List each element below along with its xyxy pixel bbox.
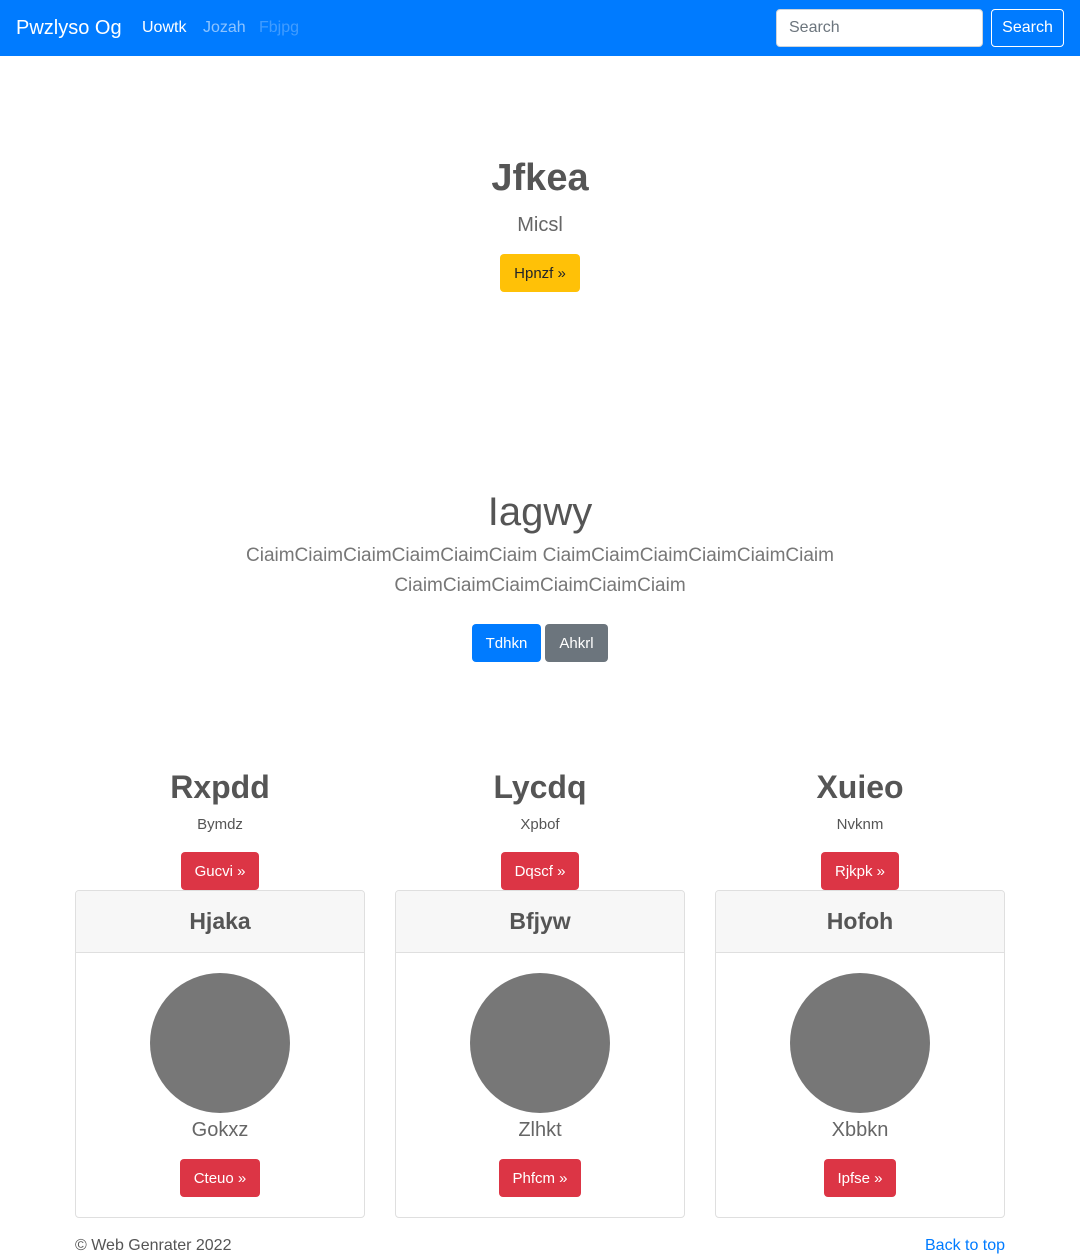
- column-button[interactable]: Gucvi »: [181, 852, 259, 890]
- avatar-placeholder: [470, 973, 610, 1113]
- section-lead: CiaimCiaimCiaimCiaimCiaimCiaim CiaimCiai…: [246, 545, 834, 596]
- footer-copyright: © Web Genrater 2022: [75, 1237, 232, 1254]
- card-button[interactable]: Cteuo »: [180, 1159, 260, 1197]
- avatar-placeholder: [150, 973, 290, 1113]
- hero-subtitle: Micsl: [517, 214, 563, 236]
- nav-link-jozah[interactable]: Jozah: [203, 17, 246, 39]
- card-text: Xbbkn: [831, 1119, 889, 1141]
- column-button[interactable]: Dqscf »: [501, 852, 579, 890]
- back-to-top-link[interactable]: Back to top: [925, 1236, 1005, 1256]
- card-button[interactable]: Phfcm »: [499, 1159, 581, 1197]
- navbar: Pwzlyso Og Uowtk Jozah Fbjpg Search: [0, 0, 1080, 56]
- column-subtitle: Nvknm: [836, 816, 884, 833]
- card: Bfjyw Zlhkt Phfcm »: [395, 890, 685, 1218]
- card-text: Zlhkt: [518, 1119, 562, 1141]
- card: Hofoh Xbbkn Ipfse »: [715, 890, 1005, 1218]
- section-title: Iagwy: [487, 490, 593, 534]
- card-header: Hjaka: [76, 891, 364, 953]
- card-header: Hofoh: [716, 891, 1004, 953]
- column-title: Lycdq: [493, 769, 587, 805]
- search-button[interactable]: Search: [991, 9, 1064, 47]
- column-button[interactable]: Rjkpk »: [821, 852, 899, 890]
- secondary-button[interactable]: Ahkrl: [545, 624, 608, 662]
- card: Hjaka Gokxz Cteuo »: [75, 890, 365, 1218]
- navbar-brand[interactable]: Pwzlyso Og: [16, 14, 122, 42]
- card-header: Bfjyw: [396, 891, 684, 953]
- search-input[interactable]: [776, 9, 983, 47]
- nav-link-fbjpg[interactable]: Fbjpg: [259, 17, 299, 39]
- nav-link-uowtk[interactable]: Uowtk: [142, 17, 186, 39]
- hero-title: Jfkea: [491, 157, 589, 199]
- column-subtitle: Xpbof: [520, 816, 560, 833]
- primary-button[interactable]: Tdhkn: [472, 624, 541, 662]
- hero-button[interactable]: Hpnzf »: [500, 254, 580, 292]
- card-button[interactable]: Ipfse »: [824, 1159, 896, 1197]
- column-title: Xuieo: [816, 769, 904, 805]
- column-title: Rxpdd: [170, 769, 270, 805]
- avatar-placeholder: [790, 973, 930, 1113]
- card-text: Gokxz: [191, 1119, 249, 1141]
- column-subtitle: Bymdz: [197, 816, 243, 833]
